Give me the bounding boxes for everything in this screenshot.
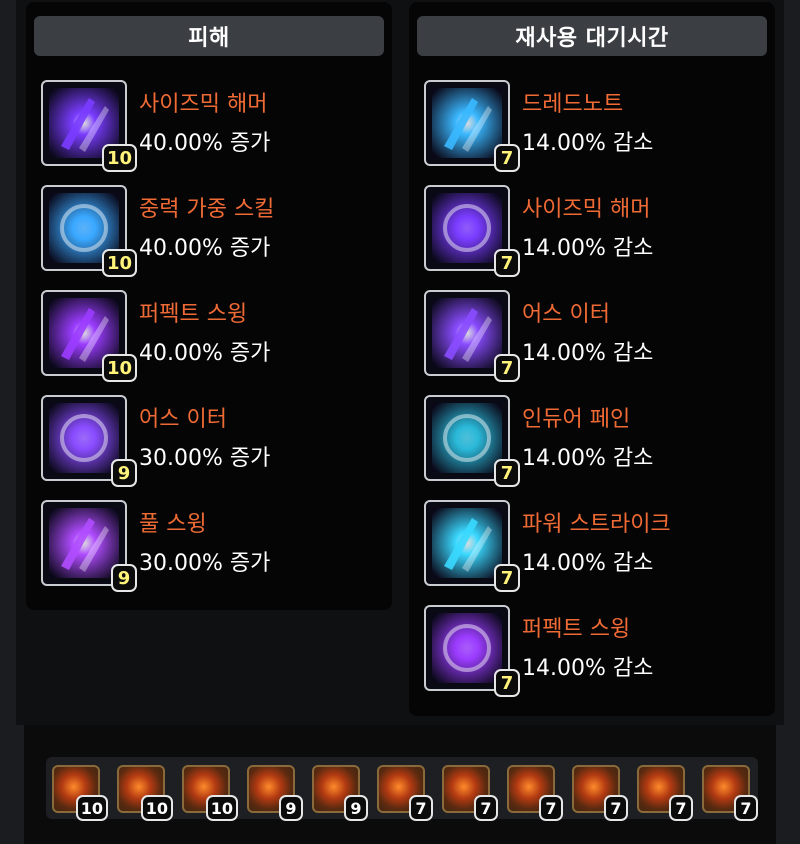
skill-name: 인듀어 페인 — [522, 407, 631, 432]
skill-effect-value: 14.00% 감소 — [522, 131, 654, 156]
gem-level-badge: 7 — [604, 795, 628, 821]
skill-name: 중력 가중 스킬 — [139, 197, 275, 222]
gem-cooldown-icon[interactable]: 7 — [637, 765, 693, 821]
skill-name: 사이즈믹 해머 — [139, 92, 268, 117]
skill-effect-value: 30.00% 증가 — [139, 551, 271, 576]
earth-eater-icon[interactable]: 7 — [424, 290, 520, 382]
skill-icon-art — [432, 88, 502, 158]
skill-name: 어스 이터 — [522, 302, 610, 327]
gem-level-badge: 9 — [279, 795, 303, 821]
dreadnought-icon[interactable]: 7 — [424, 80, 520, 172]
skill-level-badge: 10 — [101, 249, 137, 277]
seismic-hammer-icon[interactable]: 10 — [41, 80, 137, 172]
skill-entry[interactable]: 7 인듀어 페인 14.00% 감소 — [424, 395, 769, 487]
skill-level-badge: 7 — [494, 354, 520, 382]
gem-cooldown-icon[interactable]: 7 — [377, 765, 433, 821]
skill-entry[interactable]: 7 퍼펙트 스윙 14.00% 감소 — [424, 605, 769, 697]
skill-icon-art — [432, 508, 502, 578]
gem-level-badge: 7 — [409, 795, 433, 821]
skill-icon-art — [432, 298, 502, 368]
skill-entry[interactable]: 10 중력 가중 스킬 40.00% 증가 — [41, 185, 386, 277]
skill-entry[interactable]: 9 어스 이터 30.00% 증가 — [41, 395, 386, 487]
skill-name: 퍼펙트 스윙 — [522, 617, 631, 642]
skill-entry[interactable]: 10 퍼펙트 스윙 40.00% 증가 — [41, 290, 386, 382]
skill-effect-value: 14.00% 감소 — [522, 446, 654, 471]
gem-bar: 10 10 10 9 9 7 7 7 7 7 7 — [24, 725, 776, 844]
skill-effect-value: 40.00% 증가 — [139, 131, 271, 156]
seismic-hammer-icon[interactable]: 7 — [424, 185, 520, 277]
power-strike-icon[interactable]: 7 — [424, 500, 520, 592]
skill-name: 어스 이터 — [139, 407, 227, 432]
endure-pain-icon[interactable]: 7 — [424, 395, 520, 487]
skill-effect-value: 14.00% 감소 — [522, 341, 654, 366]
skill-level-badge: 10 — [101, 354, 137, 382]
skill-level-badge: 9 — [111, 459, 137, 487]
perfect-swing-icon[interactable]: 7 — [424, 605, 520, 697]
skill-entry[interactable]: 7 파워 스트라이크 14.00% 감소 — [424, 500, 769, 592]
gem-level-badge: 7 — [474, 795, 498, 821]
skill-effect-value: 40.00% 증가 — [139, 236, 271, 261]
gem-level-badge: 7 — [669, 795, 693, 821]
gem-damage-icon[interactable]: 10 — [117, 765, 173, 821]
skill-entry[interactable]: 10 사이즈믹 해머 40.00% 증가 — [41, 80, 386, 172]
skill-effect-value: 30.00% 증가 — [139, 446, 271, 471]
damage-panel-title: 피해 — [34, 16, 384, 56]
gem-level-badge: 10 — [205, 795, 238, 821]
skill-level-badge: 7 — [494, 459, 520, 487]
skill-name: 사이즈믹 해머 — [522, 197, 651, 222]
skill-icon-art — [432, 193, 502, 263]
skill-icon-art — [432, 613, 502, 683]
skill-icon-art — [49, 508, 119, 578]
skill-icon-art — [49, 403, 119, 473]
skill-name: 풀 스윙 — [139, 512, 207, 537]
gem-level-badge: 7 — [539, 795, 563, 821]
skill-entry[interactable]: 7 드레드노트 14.00% 감소 — [424, 80, 769, 172]
perfect-swing-icon[interactable]: 10 — [41, 290, 137, 382]
skill-effect-value: 14.00% 감소 — [522, 656, 654, 681]
skill-level-badge: 7 — [494, 144, 520, 172]
damage-panel: 피해 10 사이즈믹 해머 40.00% 증가 10 중력 가중 스킬 40.00% 증가… — [26, 2, 392, 610]
skill-entry[interactable]: 7 어스 이터 14.00% 감소 — [424, 290, 769, 382]
skill-level-badge: 7 — [494, 249, 520, 277]
skill-name: 파워 스트라이크 — [522, 512, 671, 537]
full-swing-icon[interactable]: 9 — [41, 500, 137, 592]
gem-damage-icon[interactable]: 9 — [312, 765, 368, 821]
gem-cooldown-icon[interactable]: 7 — [702, 765, 758, 821]
cooldown-panel: 재사용 대기시간 7 드레드노트 14.00% 감소 7 사이즈믹 해머 14.00% 감… — [409, 2, 775, 716]
gem-level-badge: 7 — [734, 795, 758, 821]
gem-damage-icon[interactable]: 10 — [182, 765, 238, 821]
gem-cooldown-icon[interactable]: 7 — [572, 765, 628, 821]
skill-effect-value: 14.00% 감소 — [522, 236, 654, 261]
gravity-skill-icon[interactable]: 10 — [41, 185, 137, 277]
gem-level-badge: 9 — [344, 795, 368, 821]
skill-name: 드레드노트 — [522, 92, 624, 117]
earth-eater-icon[interactable]: 9 — [41, 395, 137, 487]
skill-level-badge: 10 — [101, 144, 137, 172]
skill-level-badge: 7 — [494, 564, 520, 592]
cooldown-panel-title: 재사용 대기시간 — [417, 16, 767, 56]
gem-level-badge: 10 — [75, 795, 108, 821]
skill-icon-art — [432, 403, 502, 473]
gem-level-badge: 10 — [140, 795, 173, 821]
gem-cooldown-icon[interactable]: 7 — [507, 765, 563, 821]
skill-effect-value: 14.00% 감소 — [522, 551, 654, 576]
skill-entry[interactable]: 7 사이즈믹 해머 14.00% 감소 — [424, 185, 769, 277]
skill-effect-value: 40.00% 증가 — [139, 341, 271, 366]
skill-name: 퍼펙트 스윙 — [139, 302, 248, 327]
skill-entry[interactable]: 9 풀 스윙 30.00% 증가 — [41, 500, 386, 592]
skill-level-badge: 7 — [494, 669, 520, 697]
gem-damage-icon[interactable]: 10 — [52, 765, 108, 821]
gem-cooldown-icon[interactable]: 7 — [442, 765, 498, 821]
gem-damage-icon[interactable]: 9 — [247, 765, 303, 821]
gem-strip: 10 10 10 9 9 7 7 7 7 7 7 — [46, 757, 758, 821]
skill-level-badge: 9 — [111, 564, 137, 592]
